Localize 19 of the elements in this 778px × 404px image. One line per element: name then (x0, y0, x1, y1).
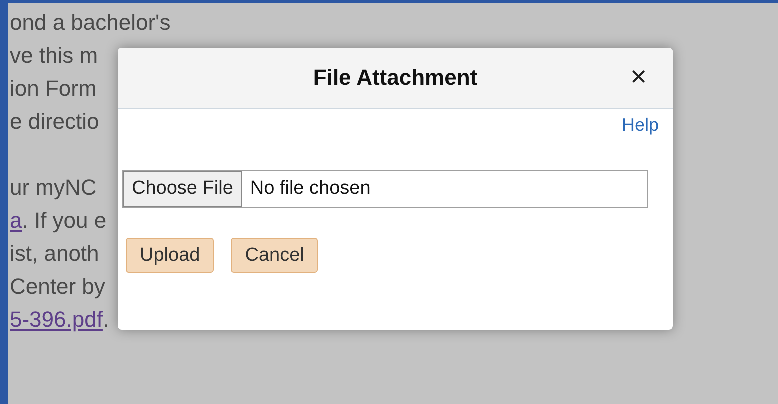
page-text: ond a bachelor's (10, 10, 171, 35)
text-link[interactable]: a (10, 208, 22, 233)
text-link[interactable]: 5-396.pdf (10, 307, 103, 332)
dialog-title: File Attachment (313, 65, 478, 91)
choose-file-button[interactable]: Choose File (123, 171, 242, 207)
page-text: ur myNC (10, 175, 97, 200)
page-text: . If you e (22, 208, 107, 233)
page-text: ion Form (10, 76, 97, 101)
file-input[interactable]: Choose File No file chosen (122, 170, 648, 208)
page-text: Center by (10, 274, 106, 299)
page-text: ist, anoth (10, 241, 100, 266)
page-text: ve this m (10, 43, 98, 68)
help-link[interactable]: Help (622, 115, 659, 136)
cancel-button[interactable]: Cancel (231, 238, 318, 273)
close-button[interactable]: × (630, 62, 647, 92)
file-status: No file chosen (249, 177, 371, 201)
page-text: . (102, 307, 110, 332)
upload-button[interactable]: Upload (126, 238, 214, 273)
page-text: e directio (10, 109, 100, 134)
